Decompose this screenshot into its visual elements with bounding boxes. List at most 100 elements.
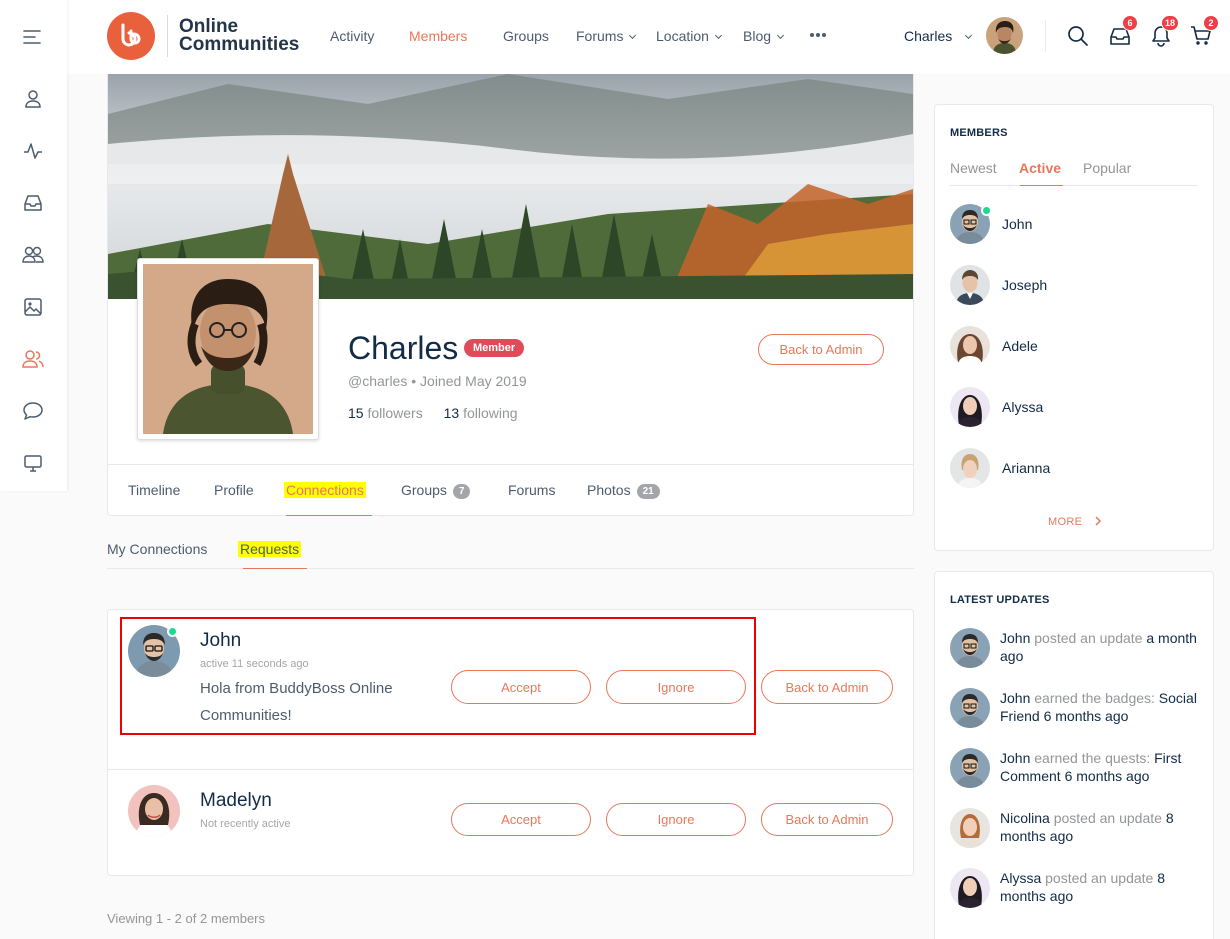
more-label: MORE [1048, 516, 1083, 528]
update-actor[interactable]: John [1000, 630, 1030, 646]
ignore-button[interactable]: Ignore [606, 803, 746, 836]
logo-text[interactable]: Online Communities [179, 17, 319, 54]
members-tab-active[interactable]: Active [1019, 160, 1061, 176]
request-avatar-madelyn[interactable] [128, 785, 180, 837]
monitor-icon[interactable] [20, 450, 46, 476]
member-name[interactable]: Joseph [1002, 277, 1047, 293]
update-actor[interactable]: John [1000, 690, 1030, 706]
more-menu-icon[interactable] [809, 27, 827, 43]
photos-icon[interactable] [20, 294, 46, 320]
tab-groups[interactable]: Groups 7 [401, 482, 471, 499]
update-actor[interactable]: Nicolina [1000, 810, 1050, 826]
search-icon[interactable] [1066, 24, 1090, 48]
activity-icon[interactable] [20, 138, 46, 164]
online-indicator [981, 205, 992, 216]
member-avatar[interactable] [950, 387, 990, 427]
member-avatar[interactable] [950, 265, 990, 305]
menu-icon[interactable] [20, 24, 46, 50]
update-actor[interactable]: Alyssa [1000, 870, 1041, 886]
subtab-my-connections[interactable]: My Connections [107, 541, 207, 557]
update-item: John earned the badges: Social Friend 6 … [1000, 689, 1200, 725]
followers-label: followers [367, 405, 423, 421]
update-avatar[interactable] [950, 868, 990, 908]
subtab-requests[interactable]: Requests [238, 541, 302, 557]
members-tab-popular[interactable]: Popular [1083, 160, 1131, 176]
nav-activity[interactable]: Activity [330, 28, 374, 44]
tab-connections[interactable]: Connections [284, 482, 366, 498]
active-tab-underline [286, 515, 372, 516]
member-avatar[interactable] [950, 448, 990, 488]
tab-forums[interactable]: Forums [508, 482, 555, 498]
member-name[interactable]: Alyssa [1002, 399, 1043, 415]
update-actor[interactable]: John [1000, 750, 1030, 766]
update-avatar[interactable] [950, 808, 990, 848]
back-to-admin-button[interactable]: Back to Admin [761, 670, 893, 704]
following-label: following [463, 405, 518, 421]
subtabs-divider [107, 568, 914, 569]
messages-icon[interactable]: 6 [1108, 15, 1138, 48]
nav-members[interactable]: Members [409, 28, 467, 44]
followers-link[interactable]: 15 followers [348, 405, 423, 421]
following-count: 13 [443, 405, 460, 421]
nav-forums[interactable]: Forums [576, 28, 637, 44]
back-to-admin-button[interactable]: Back to Admin [761, 803, 893, 836]
members-tab-newest[interactable]: Newest [950, 160, 997, 176]
logo-icon[interactable] [107, 12, 155, 60]
tab-photos-label: Photos [587, 482, 631, 498]
nav-blog-label: Blog [743, 28, 772, 44]
member-name[interactable]: Arianna [1002, 460, 1050, 476]
accept-button[interactable]: Accept [451, 803, 591, 836]
user-icon[interactable] [20, 86, 46, 112]
member-badge: Member [464, 339, 525, 357]
nav-location-label: Location [656, 28, 709, 44]
update-action: posted an update [1034, 630, 1143, 646]
more-members-link[interactable]: MORE [1048, 516, 1106, 528]
profile-joined: Joined May 2019 [420, 373, 527, 389]
notifications-icon[interactable]: 18 [1149, 15, 1179, 48]
left-sidebar [0, 0, 67, 491]
member-name[interactable]: Adele [1002, 338, 1038, 354]
tab-photos[interactable]: Photos 21 [587, 482, 660, 499]
tab-profile[interactable]: Profile [214, 482, 254, 498]
profile-tabs-divider [108, 464, 913, 465]
nav-groups[interactable]: Groups [503, 28, 549, 44]
forums-icon[interactable] [20, 398, 46, 424]
active-subtab-underline [243, 568, 307, 569]
profile-avatar[interactable] [137, 258, 319, 440]
followers-count: 15 [348, 405, 364, 421]
user-name: Charles [904, 28, 953, 44]
nav-blog[interactable]: Blog [743, 28, 785, 44]
update-avatar[interactable] [950, 688, 990, 728]
profile-name: Charles [348, 330, 459, 366]
members-icon[interactable] [20, 346, 46, 372]
update-avatar[interactable] [950, 748, 990, 788]
update-action: posted an update [1053, 810, 1162, 826]
following-link[interactable]: 13 following [444, 405, 518, 421]
groups-icon[interactable] [20, 242, 46, 268]
tab-timeline[interactable]: Timeline [128, 482, 180, 498]
members-tabs-divider [950, 185, 1198, 186]
chevron-down-icon [776, 31, 785, 40]
update-item: Alyssa posted an update 8 months ago [1000, 869, 1200, 905]
nav-location[interactable]: Location [656, 28, 722, 44]
back-to-admin-button[interactable]: Back to Admin [758, 334, 884, 365]
cart-icon[interactable]: 2 [1189, 15, 1219, 48]
chevron-right-icon [1095, 516, 1101, 526]
inbox-icon[interactable] [20, 190, 46, 216]
user-menu[interactable]: Charles [904, 28, 973, 44]
update-avatar[interactable] [950, 628, 990, 668]
cart-badge: 2 [1203, 15, 1219, 31]
active-members-tab-underline [1020, 185, 1063, 186]
user-avatar[interactable] [986, 17, 1023, 54]
notifications-badge: 18 [1160, 15, 1179, 31]
member-avatar[interactable] [950, 326, 990, 366]
update-item: Nicolina posted an update 8 months ago [1000, 809, 1200, 845]
highlight-box [120, 617, 756, 735]
update-action: earned the badges: [1034, 690, 1155, 706]
member-name[interactable]: John [1002, 216, 1032, 232]
profile-meta: @charles • Joined May 2019 [348, 373, 527, 389]
photos-count-badge: 21 [636, 484, 660, 499]
chevron-down-icon [629, 31, 637, 40]
update-action: earned the quests: [1034, 750, 1151, 766]
request-name[interactable]: Madelyn [200, 790, 272, 812]
